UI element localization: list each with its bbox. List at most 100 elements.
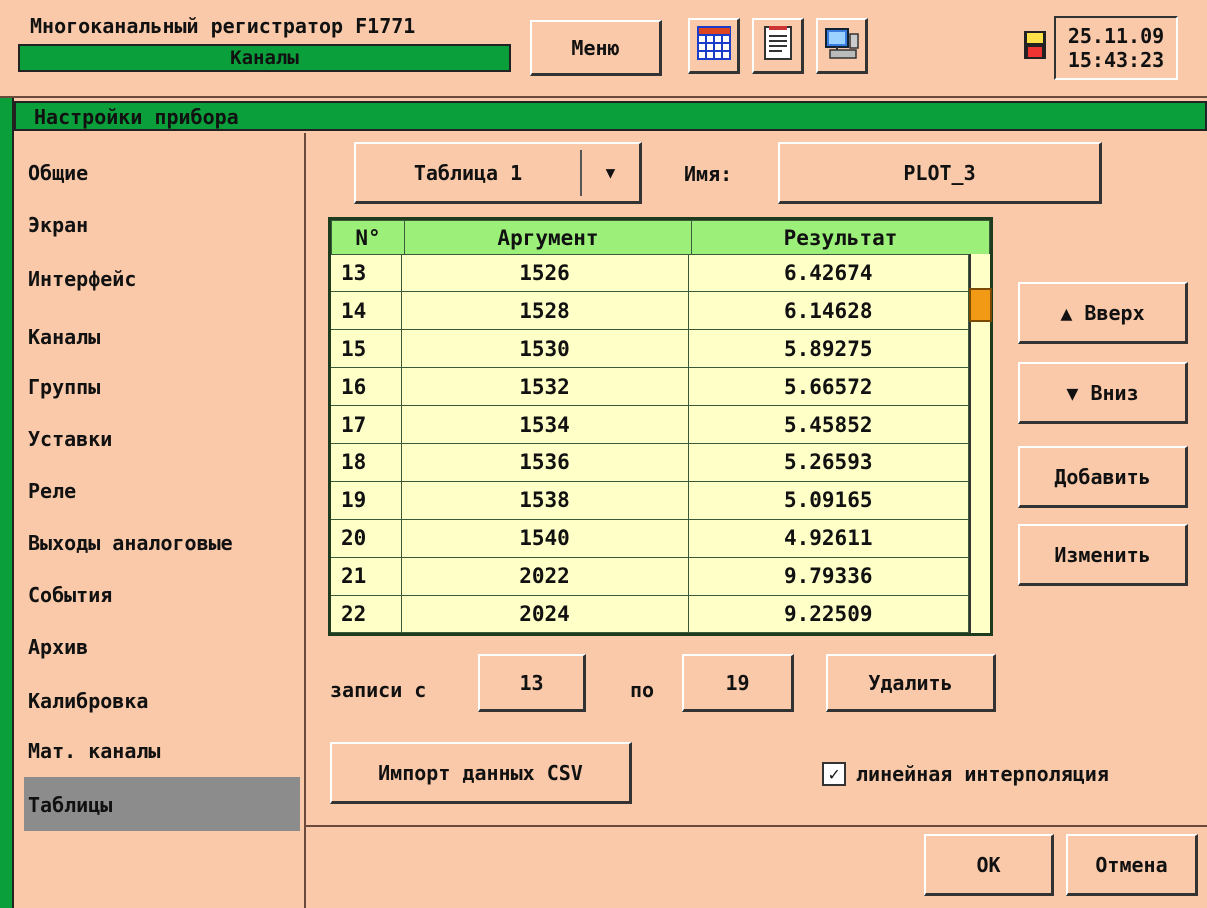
table-row[interactable]: 14 1528 6.14628 <box>331 291 969 331</box>
document-view-button[interactable] <box>752 18 804 74</box>
table-row[interactable]: 16 1532 5.66572 <box>331 367 969 407</box>
table-icon <box>696 26 731 65</box>
table-row[interactable]: 20 1540 4.92611 <box>331 519 969 558</box>
row-number-cell: 15 <box>331 329 402 369</box>
table-row[interactable]: 15 1530 5.89275 <box>331 329 969 369</box>
add-button[interactable]: Добавить <box>1018 446 1188 508</box>
screen-name-bar: Каналы <box>18 44 511 72</box>
argument-cell: 1538 <box>401 481 689 520</box>
result-cell: 9.22509 <box>688 595 969 634</box>
result-cell: 5.45852 <box>688 405 969 444</box>
linear-interpolation-label: линейная интерполяция <box>856 762 1109 786</box>
sidebar: Общие Экран Интерфейс Каналы Группы Уста… <box>16 133 306 908</box>
row-number-cell: 14 <box>331 291 402 331</box>
move-down-button[interactable]: ▼ Вниз <box>1018 362 1188 424</box>
table-row[interactable]: 13 1526 6.42674 <box>331 254 969 293</box>
data-table: N° Аргумент Результат <box>331 220 990 255</box>
table-view-button[interactable] <box>688 18 740 74</box>
edit-button[interactable]: Изменить <box>1018 524 1188 586</box>
sidebar-item-screen[interactable]: Экран <box>28 213 88 237</box>
document-icon <box>762 25 794 66</box>
chevron-down-icon: ▼ <box>605 163 616 182</box>
scrollbar-thumb[interactable] <box>969 288 992 322</box>
import-csv-button[interactable]: Импорт данных CSV <box>330 742 632 804</box>
linear-interpolation-checkbox[interactable]: ✓ <box>822 762 846 786</box>
argument-cell: 1532 <box>401 367 689 407</box>
result-cell: 6.42674 <box>688 254 969 293</box>
column-header-result: Результат <box>691 220 990 255</box>
range-to-field[interactable]: 19 <box>682 654 794 712</box>
table-row[interactable]: 19 1538 5.09165 <box>331 481 969 520</box>
data-table-frame: N° Аргумент Результат 13 1526 6.42674 14 152… <box>328 217 993 636</box>
table-row[interactable]: 18 1536 5.26593 <box>331 443 969 482</box>
range-from-label: записи с <box>330 678 427 702</box>
argument-cell: 2022 <box>401 557 689 596</box>
sidebar-item-setpoints[interactable]: Уставки <box>28 427 112 451</box>
range-to-label: по <box>630 678 655 702</box>
data-table-body: 13 1526 6.42674 14 1528 6.14628 15 1530 5.89275 1… <box>331 254 969 634</box>
result-cell: 6.14628 <box>688 291 969 331</box>
table-select-dropdown[interactable]: Таблица 1 ▼ <box>354 142 642 204</box>
table-scrollbar[interactable] <box>969 254 992 633</box>
time-text: 15:43:23 <box>1067 48 1165 72</box>
argument-cell: 1540 <box>401 519 689 558</box>
computer-icon <box>824 26 860 65</box>
sidebar-item-archive[interactable]: Архив <box>28 635 88 659</box>
row-number-cell: 13 <box>331 254 402 293</box>
table-row[interactable]: 21 2022 9.79336 <box>331 557 969 596</box>
top-bar: Многоканальный регистратор F1771 Каналы … <box>0 0 1207 98</box>
sidebar-item-tables[interactable]: Таблицы <box>28 793 112 817</box>
name-field[interactable]: PLOT_3 <box>778 142 1102 204</box>
save-status-icon <box>1023 30 1047 64</box>
section-title-bar: Настройки прибора <box>14 101 1207 131</box>
range-from-field[interactable]: 13 <box>478 654 586 712</box>
result-cell: 4.92611 <box>688 519 969 558</box>
row-number-cell: 22 <box>331 595 402 634</box>
sidebar-item-math-channels[interactable]: Мат. каналы <box>28 739 160 763</box>
sidebar-item-relays[interactable]: Реле <box>28 479 76 503</box>
argument-cell: 1534 <box>401 405 689 444</box>
ok-button[interactable]: OK <box>924 834 1054 896</box>
row-number-cell: 19 <box>331 481 402 520</box>
cancel-button[interactable]: Отмена <box>1066 834 1198 896</box>
result-cell: 5.09165 <box>688 481 969 520</box>
column-header-number: N° <box>331 220 405 255</box>
table-row[interactable]: 22 2024 9.22509 <box>331 595 969 634</box>
app-title: Многоканальный регистратор F1771 <box>30 14 416 38</box>
sidebar-item-events[interactable]: События <box>28 583 112 607</box>
screen-name: Каналы <box>230 47 299 69</box>
section-title: Настройки прибора <box>34 105 239 129</box>
argument-cell: 1528 <box>401 291 689 331</box>
delete-button[interactable]: Удалить <box>826 654 996 712</box>
footer-divider <box>306 825 1207 827</box>
sidebar-item-calibration[interactable]: Калибровка <box>28 689 148 713</box>
menu-button[interactable]: Меню <box>530 20 662 76</box>
result-cell: 9.79336 <box>688 557 969 596</box>
sidebar-item-groups[interactable]: Группы <box>28 375 100 399</box>
row-number-cell: 18 <box>331 443 402 482</box>
result-cell: 5.89275 <box>688 329 969 369</box>
argument-cell: 1530 <box>401 329 689 369</box>
date-text: 25.11.09 <box>1067 24 1165 48</box>
row-number-cell: 20 <box>331 519 402 558</box>
row-number-cell: 17 <box>331 405 402 444</box>
table-row[interactable]: 17 1534 5.45852 <box>331 405 969 444</box>
argument-cell: 1536 <box>401 443 689 482</box>
result-cell: 5.26593 <box>688 443 969 482</box>
argument-cell: 2024 <box>401 595 689 634</box>
name-label: Имя: <box>684 162 733 186</box>
left-border <box>0 98 14 908</box>
table-select-value: Таблица 1 <box>413 160 523 185</box>
result-cell: 5.66572 <box>688 367 969 407</box>
sidebar-item-analog-outputs[interactable]: Выходы аналоговые <box>28 531 233 555</box>
argument-cell: 1526 <box>401 254 689 293</box>
computer-view-button[interactable] <box>816 18 868 74</box>
move-up-button[interactable]: ▲ Вверх <box>1018 282 1188 344</box>
column-header-argument: Аргумент <box>404 220 692 255</box>
sidebar-item-channels[interactable]: Каналы <box>28 325 100 349</box>
row-number-cell: 21 <box>331 557 402 596</box>
datetime-display: 25.11.09 15:43:23 <box>1054 16 1178 80</box>
sidebar-item-interface[interactable]: Интерфейс <box>28 267 136 291</box>
check-icon: ✓ <box>828 763 840 785</box>
sidebar-item-general[interactable]: Общие <box>28 161 88 185</box>
